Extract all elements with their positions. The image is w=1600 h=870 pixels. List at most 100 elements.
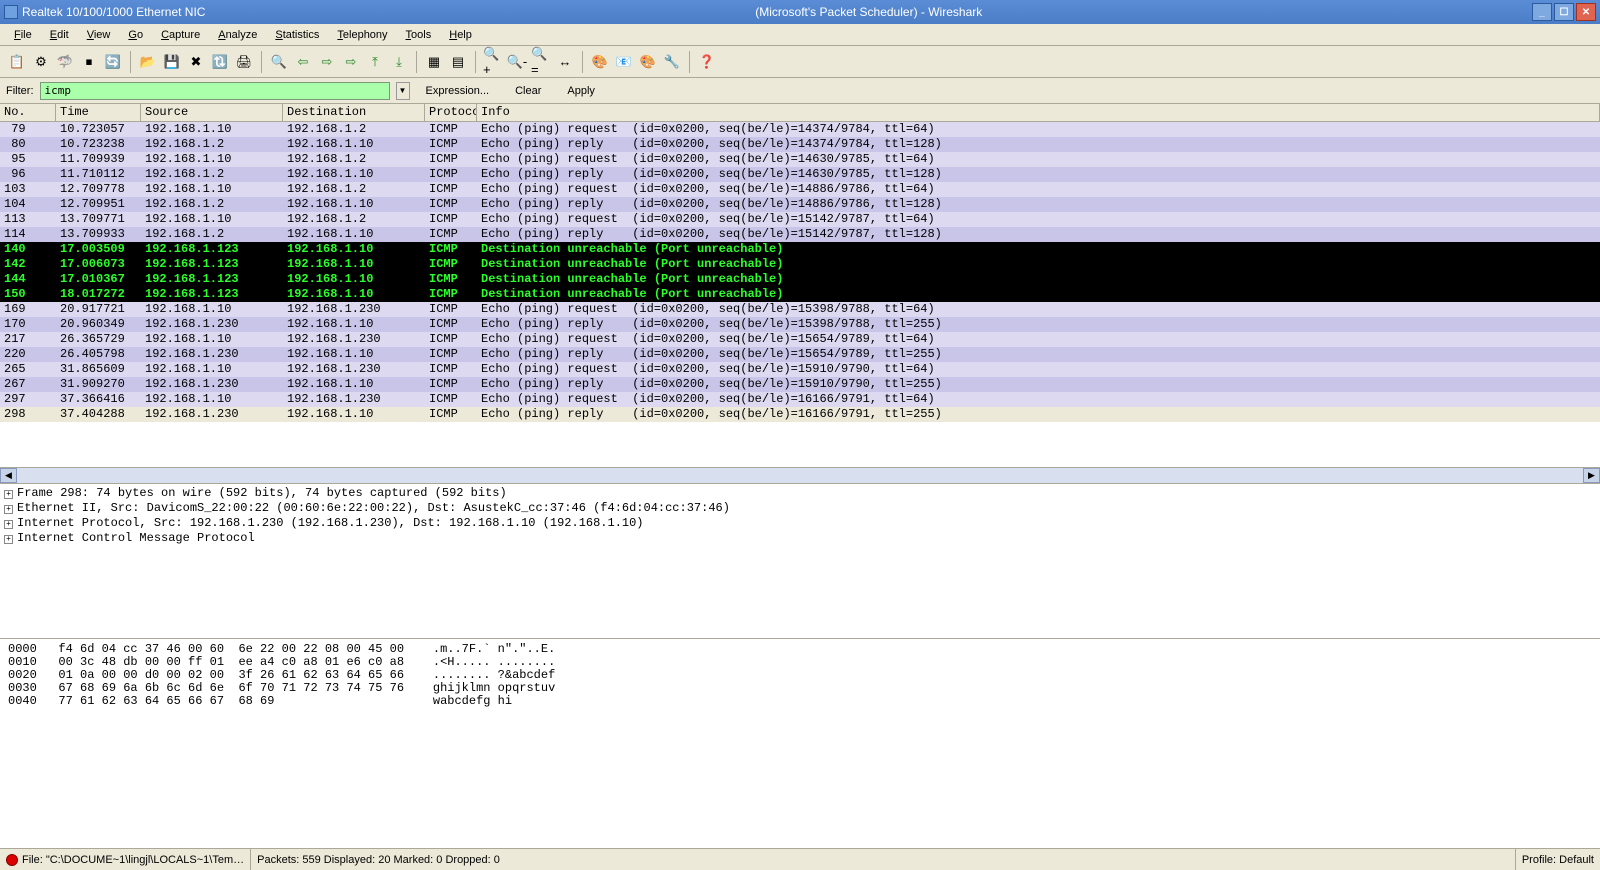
status-packets: Packets: 559 Displayed: 20 Marked: 0 Dro… (251, 849, 1516, 870)
scroll-right-icon[interactable]: ▶ (1583, 468, 1600, 483)
print-icon[interactable]: 🖨 (233, 51, 255, 73)
col-no[interactable]: No. (0, 104, 56, 121)
title-left: Realtek 10/100/1000 Ethernet NIC (22, 5, 205, 19)
find-icon[interactable]: 🔍 (268, 51, 290, 73)
packet-row[interactable]: 8010.723238192.168.1.2192.168.1.10ICMPEc… (0, 137, 1600, 152)
packet-row[interactable]: 17020.960349192.168.1.230192.168.1.10ICM… (0, 317, 1600, 332)
tree-line[interactable]: +Frame 298: 74 bytes on wire (592 bits),… (4, 486, 1596, 501)
scroll-left-icon[interactable]: ◀ (0, 468, 17, 483)
maximize-button[interactable]: ☐ (1554, 3, 1574, 21)
packet-row[interactable]: 15018.017272192.168.1.123192.168.1.10ICM… (0, 287, 1600, 302)
col-protocol[interactable]: Protocol (425, 104, 477, 121)
packet-row[interactable]: 11313.709771192.168.1.10192.168.1.2ICMPE… (0, 212, 1600, 227)
clear-button[interactable]: Clear (505, 85, 551, 97)
autoscroll-icon[interactable]: ▤ (447, 51, 469, 73)
titlebar: Realtek 10/100/1000 Ethernet NIC (Micros… (0, 0, 1600, 24)
menu-view[interactable]: View (79, 27, 119, 43)
stop-capture-icon[interactable]: ⏹ (78, 51, 100, 73)
expand-icon[interactable]: + (4, 535, 13, 544)
menu-help[interactable]: Help (441, 27, 480, 43)
record-dot-icon (6, 854, 18, 866)
packet-row[interactable]: 29837.404288192.168.1.230192.168.1.10ICM… (0, 407, 1600, 422)
packet-row[interactable]: 11413.709933192.168.1.2192.168.1.10ICMPE… (0, 227, 1600, 242)
hscroll[interactable]: ◀ ▶ (0, 467, 1600, 484)
colorize-icon[interactable]: ▦ (423, 51, 445, 73)
scroll-track[interactable] (17, 468, 1583, 483)
capture-filters-icon[interactable]: 🎨 (589, 51, 611, 73)
filter-label: Filter: (6, 85, 34, 97)
reload-icon[interactable]: 🔃 (209, 51, 231, 73)
menu-tools[interactable]: Tools (398, 27, 440, 43)
status-file: File: "C:\DOCUME~1\lingjl\LOCALS~1\Tem… (0, 849, 251, 870)
col-destination[interactable]: Destination (283, 104, 425, 121)
packet-row[interactable]: 10412.709951192.168.1.2192.168.1.10ICMPE… (0, 197, 1600, 212)
packet-row[interactable]: 21726.365729192.168.1.10192.168.1.230ICM… (0, 332, 1600, 347)
packet-row[interactable]: 26731.909270192.168.1.230192.168.1.10ICM… (0, 377, 1600, 392)
filter-dropdown-icon[interactable]: ▼ (396, 82, 410, 100)
packet-row[interactable]: 29737.366416192.168.1.10192.168.1.230ICM… (0, 392, 1600, 407)
menu-go[interactable]: Go (120, 27, 151, 43)
menu-capture[interactable]: Capture (153, 27, 208, 43)
packet-row[interactable]: 9611.710112192.168.1.2192.168.1.10ICMPEc… (0, 167, 1600, 182)
close-button[interactable]: ✕ (1576, 3, 1596, 21)
restart-capture-icon[interactable]: 🔄 (102, 51, 124, 73)
packet-row[interactable]: 22026.405798192.168.1.230192.168.1.10ICM… (0, 347, 1600, 362)
display-filters-icon[interactable]: 📧 (613, 51, 635, 73)
resize-columns-icon[interactable]: ↔ (554, 51, 576, 73)
col-info[interactable]: Info (477, 104, 1600, 121)
packet-row[interactable]: 14417.010367192.168.1.123192.168.1.10ICM… (0, 272, 1600, 287)
expand-icon[interactable]: + (4, 505, 13, 514)
go-last-icon[interactable]: ⤓ (388, 51, 410, 73)
coloring-rules-icon[interactable]: 🎨 (637, 51, 659, 73)
app-icon (4, 5, 18, 19)
toolbar: 📋 ⚙ 🦈 ⏹ 🔄 📂 💾 ✖ 🔃 🖨 🔍 ⇦ ⇨ ⇨ ⤒ ⤓ ▦ ▤ 🔍+ 🔍… (0, 46, 1600, 78)
go-to-packet-icon[interactable]: ⇨ (340, 51, 362, 73)
zoom-in-icon[interactable]: 🔍+ (482, 51, 504, 73)
hex-dump[interactable]: 0000 f4 6d 04 cc 37 46 00 60 6e 22 00 22… (0, 639, 1600, 844)
open-icon[interactable]: 📂 (137, 51, 159, 73)
close-file-icon[interactable]: ✖ (185, 51, 207, 73)
tree-line[interactable]: +Internet Protocol, Src: 192.168.1.230 (… (4, 516, 1596, 531)
title-center: (Microsoft's Packet Scheduler) - Wiresha… (205, 5, 1532, 19)
go-forward-icon[interactable]: ⇨ (316, 51, 338, 73)
menu-edit[interactable]: Edit (42, 27, 77, 43)
options-icon[interactable]: ⚙ (30, 51, 52, 73)
packet-row[interactable]: 14217.006073192.168.1.123192.168.1.10ICM… (0, 257, 1600, 272)
minimize-button[interactable]: _ (1532, 3, 1552, 21)
go-back-icon[interactable]: ⇦ (292, 51, 314, 73)
help-icon[interactable]: ❓ (696, 51, 718, 73)
filter-input[interactable] (40, 82, 390, 100)
col-source[interactable]: Source (141, 104, 283, 121)
packet-row[interactable]: 26531.865609192.168.1.10192.168.1.230ICM… (0, 362, 1600, 377)
expand-icon[interactable]: + (4, 490, 13, 499)
status-file-text: File: "C:\DOCUME~1\lingjl\LOCALS~1\Tem… (22, 854, 244, 866)
col-time[interactable]: Time (56, 104, 141, 121)
packet-details[interactable]: +Frame 298: 74 bytes on wire (592 bits),… (0, 484, 1600, 639)
interfaces-icon[interactable]: 📋 (6, 51, 28, 73)
packet-list-header: No. Time Source Destination Protocol Inf… (0, 104, 1600, 122)
zoom-reset-icon[interactable]: 🔍= (530, 51, 552, 73)
packet-list[interactable]: 7910.723057192.168.1.10192.168.1.2ICMPEc… (0, 122, 1600, 467)
menu-analyze[interactable]: Analyze (210, 27, 265, 43)
expand-icon[interactable]: + (4, 520, 13, 529)
save-icon[interactable]: 💾 (161, 51, 183, 73)
menu-telephony[interactable]: Telephony (329, 27, 395, 43)
packet-row[interactable]: 16920.917721192.168.1.10192.168.1.230ICM… (0, 302, 1600, 317)
zoom-out-icon[interactable]: 🔍- (506, 51, 528, 73)
preferences-icon[interactable]: 🔧 (661, 51, 683, 73)
tree-line[interactable]: +Ethernet II, Src: DavicomS_22:00:22 (00… (4, 501, 1596, 516)
packet-row[interactable]: 9511.709939192.168.1.10192.168.1.2ICMPEc… (0, 152, 1600, 167)
expression-button[interactable]: Expression... (416, 85, 500, 97)
filter-bar: Filter: ▼ Expression... Clear Apply (0, 78, 1600, 104)
menubar: FileEditViewGoCaptureAnalyzeStatisticsTe… (0, 24, 1600, 46)
packet-row[interactable]: 14017.003509192.168.1.123192.168.1.10ICM… (0, 242, 1600, 257)
packet-row[interactable]: 10312.709778192.168.1.10192.168.1.2ICMPE… (0, 182, 1600, 197)
status-profile: Profile: Default (1516, 849, 1600, 870)
start-capture-icon[interactable]: 🦈 (54, 51, 76, 73)
packet-row[interactable]: 7910.723057192.168.1.10192.168.1.2ICMPEc… (0, 122, 1600, 137)
menu-statistics[interactable]: Statistics (267, 27, 327, 43)
apply-button[interactable]: Apply (557, 85, 605, 97)
tree-line[interactable]: +Internet Control Message Protocol (4, 531, 1596, 546)
go-first-icon[interactable]: ⤒ (364, 51, 386, 73)
menu-file[interactable]: File (6, 27, 40, 43)
